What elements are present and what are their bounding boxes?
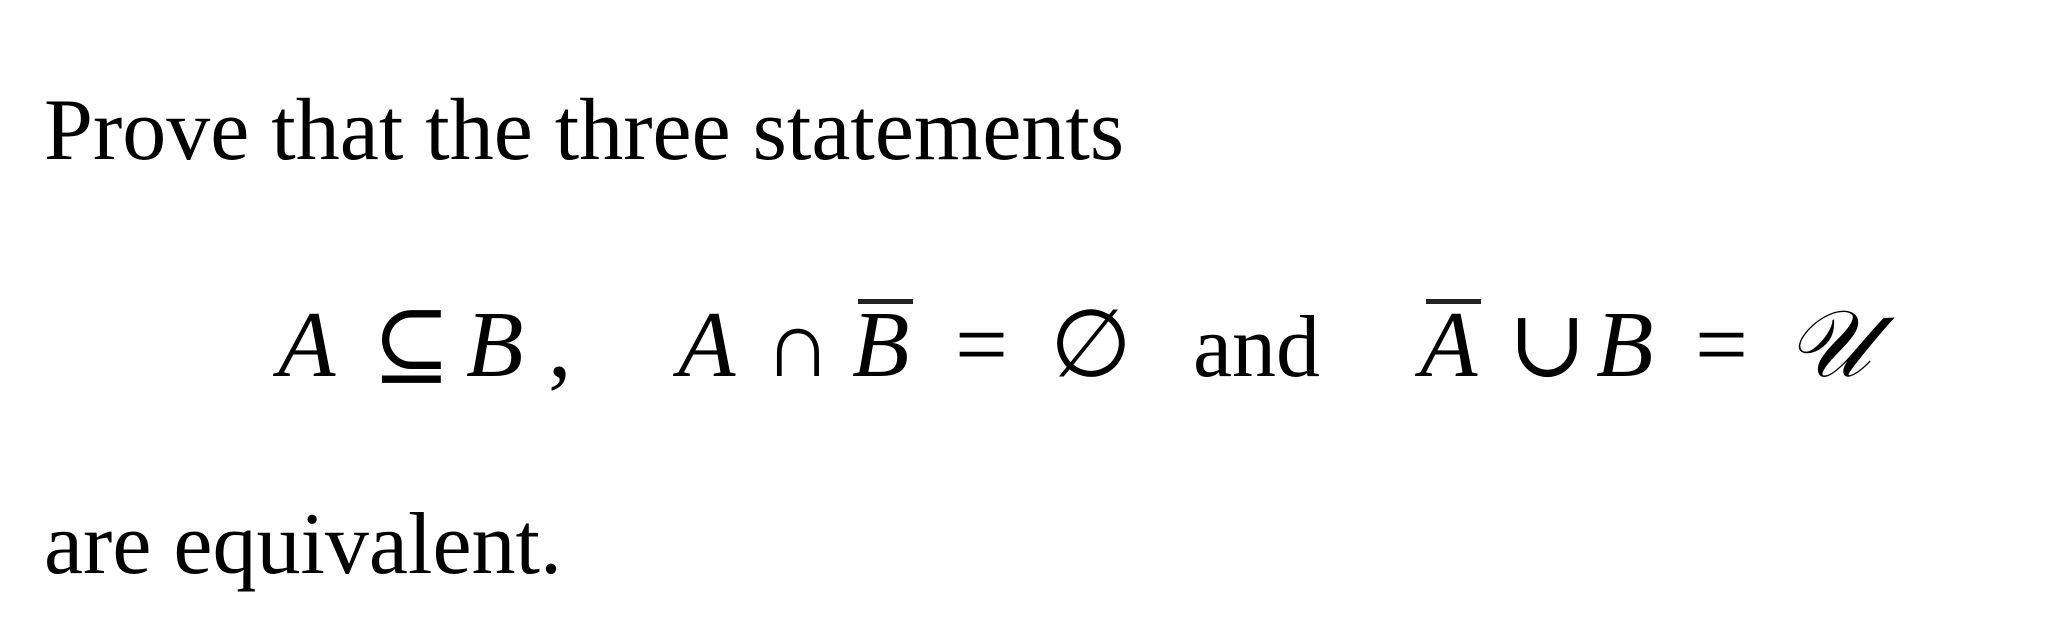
equals-symbol: =	[955, 293, 1009, 397]
conclusion-text: are equivalent.	[44, 496, 562, 593]
statement-union-a-complement: A	[1420, 298, 1482, 392]
empty-set-symbol: ∅	[1050, 293, 1132, 397]
statement-subset-rhs: B	[466, 293, 524, 397]
statement-union-a: A	[1420, 293, 1478, 397]
conjunction-and: and	[1193, 299, 1321, 396]
intro-text: Prove that the three statements	[44, 82, 1125, 179]
statement-union-b: B	[1596, 293, 1654, 397]
statement-intersection-b: B	[852, 293, 910, 397]
complement-overline	[858, 299, 914, 304]
complement-overline	[1426, 299, 1482, 304]
statement-intersection-b-complement: B	[852, 298, 914, 392]
union-symbol: ∪	[1508, 293, 1587, 397]
subseteq-symbol: ⊆	[372, 293, 451, 397]
statement-subset-lhs: A	[278, 293, 336, 397]
universal-set-symbol: 𝒰	[1786, 293, 1871, 397]
intersection-symbol: ∩	[764, 293, 832, 397]
statement-intersection-a: A	[678, 293, 736, 397]
equals-symbol: =	[1695, 293, 1749, 397]
comma-separator: ,	[548, 293, 572, 397]
display-equation: A ⊆ B , A ∩ B = ∅ and A ∪ B = 𝒰	[0, 298, 2046, 408]
